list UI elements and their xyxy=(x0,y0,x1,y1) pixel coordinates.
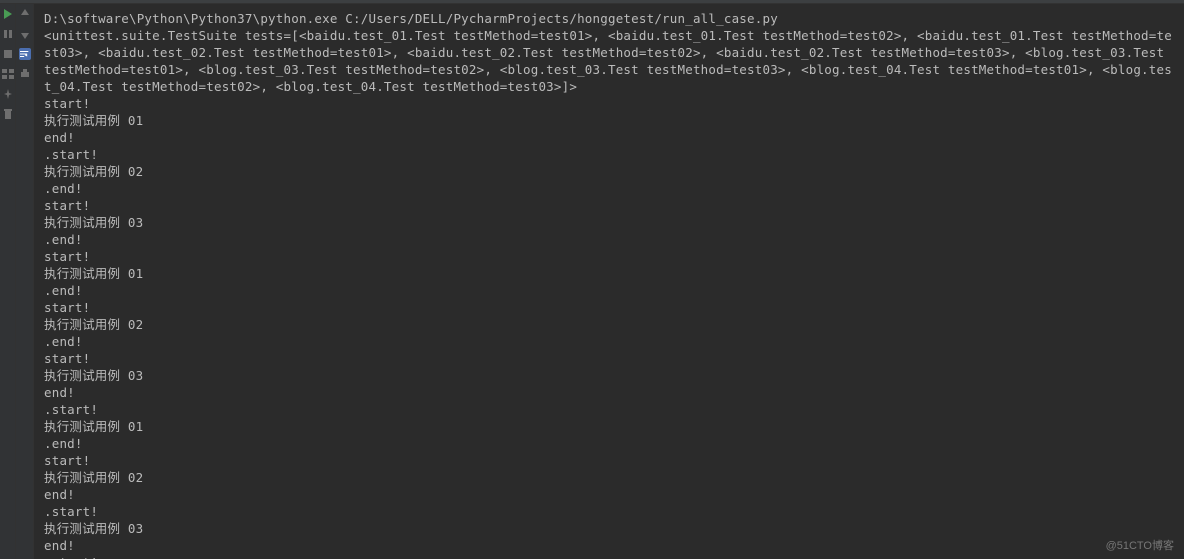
output-line: .start! xyxy=(44,401,1174,418)
output-line: 执行测试用例 01 xyxy=(44,265,1174,282)
wrap-icon[interactable] xyxy=(19,48,31,60)
output-line: start! xyxy=(44,95,1174,112)
output-line: .end! xyxy=(44,180,1174,197)
output-lines: start!执行测试用例 01end!.start!执行测试用例 02.end!… xyxy=(44,95,1174,559)
stop-icon[interactable] xyxy=(2,48,14,60)
pause-icon[interactable] xyxy=(2,28,14,40)
output-line: 执行测试用例 02 xyxy=(44,316,1174,333)
output-line: 执行测试用例 01 xyxy=(44,418,1174,435)
layout-icon[interactable] xyxy=(2,68,14,80)
pin-icon[interactable] xyxy=(2,88,14,100)
output-line: 执行测试用例 03 xyxy=(44,214,1174,231)
output-line: end! xyxy=(44,384,1174,401)
down-icon[interactable] xyxy=(19,28,31,40)
console-output[interactable]: D:\software\Python\Python37\python.exe C… xyxy=(34,4,1184,559)
watermark: @51CTO博客 xyxy=(1106,537,1174,553)
command-line: D:\software\Python\Python37\python.exe C… xyxy=(44,10,1174,27)
output-line: start! xyxy=(44,299,1174,316)
main-container: D:\software\Python\Python37\python.exe C… xyxy=(0,4,1184,559)
trash-icon[interactable] xyxy=(2,108,14,120)
left-gutter xyxy=(0,4,16,559)
output-line: 执行测试用例 03 xyxy=(44,520,1174,537)
output-line: 执行测试用例 01 xyxy=(44,112,1174,129)
second-gutter xyxy=(16,4,34,559)
output-line: 执行测试用例 02 xyxy=(44,163,1174,180)
output-line: 执行测试用例 03 xyxy=(44,367,1174,384)
output-line: .end! xyxy=(44,231,1174,248)
suite-line: <unittest.suite.TestSuite tests=[<baidu.… xyxy=(44,27,1174,95)
output-line: .end! xyxy=(44,333,1174,350)
output-line: .end! xyxy=(44,435,1174,452)
output-line: start! xyxy=(44,197,1174,214)
up-icon[interactable] xyxy=(19,8,31,20)
output-line: start! xyxy=(44,350,1174,367)
run-icon[interactable] xyxy=(2,8,14,20)
output-line: start! xyxy=(44,248,1174,265)
output-line: .start! xyxy=(44,146,1174,163)
output-line: end! xyxy=(44,486,1174,503)
output-line: .end! xyxy=(44,282,1174,299)
output-line: end! xyxy=(44,129,1174,146)
output-line: end! xyxy=(44,537,1174,554)
output-line: .start! xyxy=(44,503,1174,520)
output-line: .start! xyxy=(44,554,1174,559)
print-icon[interactable] xyxy=(19,68,31,80)
output-line: start! xyxy=(44,452,1174,469)
output-line: 执行测试用例 02 xyxy=(44,469,1174,486)
